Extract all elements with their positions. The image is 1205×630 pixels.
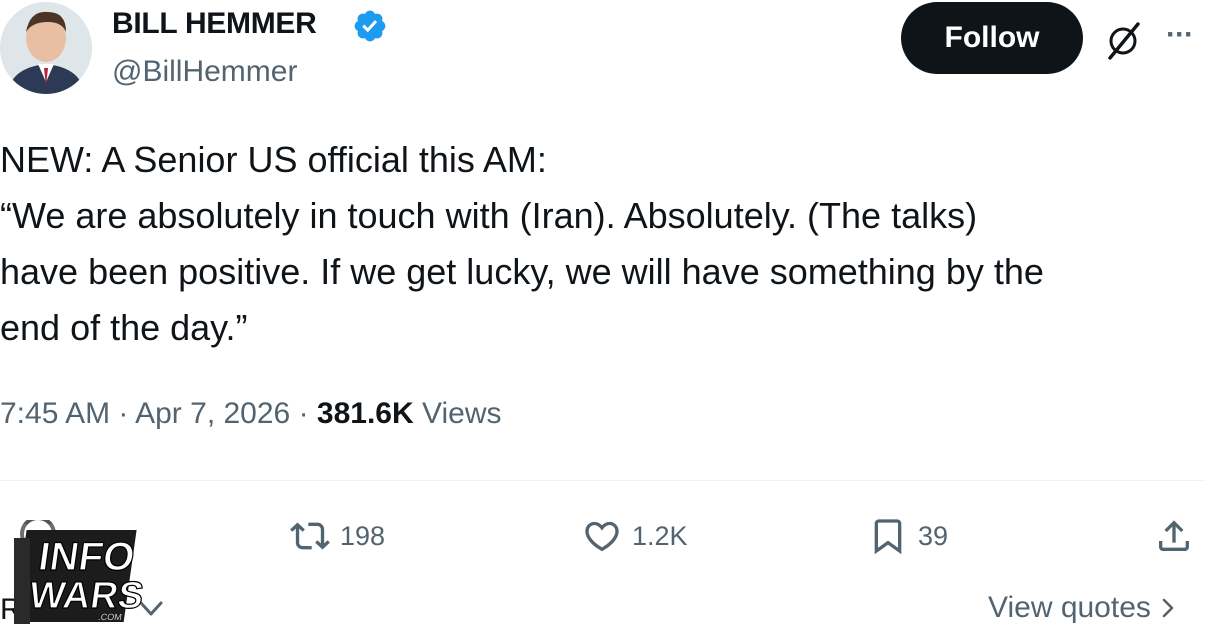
bookmark-count: 39: [918, 521, 949, 551]
more-icon[interactable]: ···: [1166, 20, 1194, 50]
svg-text:WARS: WARS: [26, 574, 144, 617]
meta-separator: ·: [118, 397, 129, 430]
tweet-text-line: end of the day.”: [0, 307, 248, 348]
heart-icon: [585, 521, 619, 552]
tweet-text-line: “We are absolutely in touch with (Iran).…: [0, 195, 978, 236]
retweet-count: 198: [340, 521, 386, 551]
tweet-meta: 7:45 AM · Apr 7, 2026 · 381.6K Views: [0, 394, 502, 434]
handle[interactable]: @BillHemmer: [112, 54, 297, 90]
view-quotes-label: View quotes: [988, 591, 1151, 624]
retweet-button[interactable]: 198: [288, 516, 385, 556]
avatar[interactable]: [0, 2, 92, 94]
svg-text:.COM: .COM: [98, 612, 123, 622]
tweet-time[interactable]: 7:45 AM: [0, 397, 110, 430]
retweet-icon: [290, 522, 330, 550]
infowars-watermark-logo: INFO WARS .COM: [14, 520, 144, 624]
avatar-image: [0, 2, 92, 94]
tweet-text: NEW: A Senior US official this AM: “We a…: [0, 132, 1200, 356]
tweet-text-line: NEW: A Senior US official this AM:: [0, 139, 547, 180]
verified-badge-icon: [354, 10, 386, 42]
tweet-date[interactable]: Apr 7, 2026: [135, 397, 290, 430]
grok-icon[interactable]: [1102, 20, 1144, 62]
divider: [0, 480, 1205, 481]
like-button[interactable]: 1.2K: [580, 516, 688, 556]
bookmark-button[interactable]: 39: [866, 516, 948, 556]
display-name[interactable]: BILL HEMMER: [112, 6, 317, 42]
share-button[interactable]: [1152, 516, 1196, 556]
like-count: 1.2K: [632, 521, 688, 551]
views-count: 381.6K: [316, 397, 414, 430]
svg-text:INFO: INFO: [36, 534, 138, 579]
tweet-text-line: have been positive. If we get lucky, we …: [0, 251, 1044, 292]
chevron-right-icon: [1162, 598, 1174, 618]
view-quotes-link[interactable]: View quotes: [988, 588, 1179, 628]
meta-separator: ·: [298, 397, 309, 430]
follow-button[interactable]: Follow: [901, 2, 1083, 74]
share-icon: [1159, 520, 1189, 551]
views-label: Views: [422, 397, 502, 430]
bookmark-icon: [874, 519, 902, 555]
